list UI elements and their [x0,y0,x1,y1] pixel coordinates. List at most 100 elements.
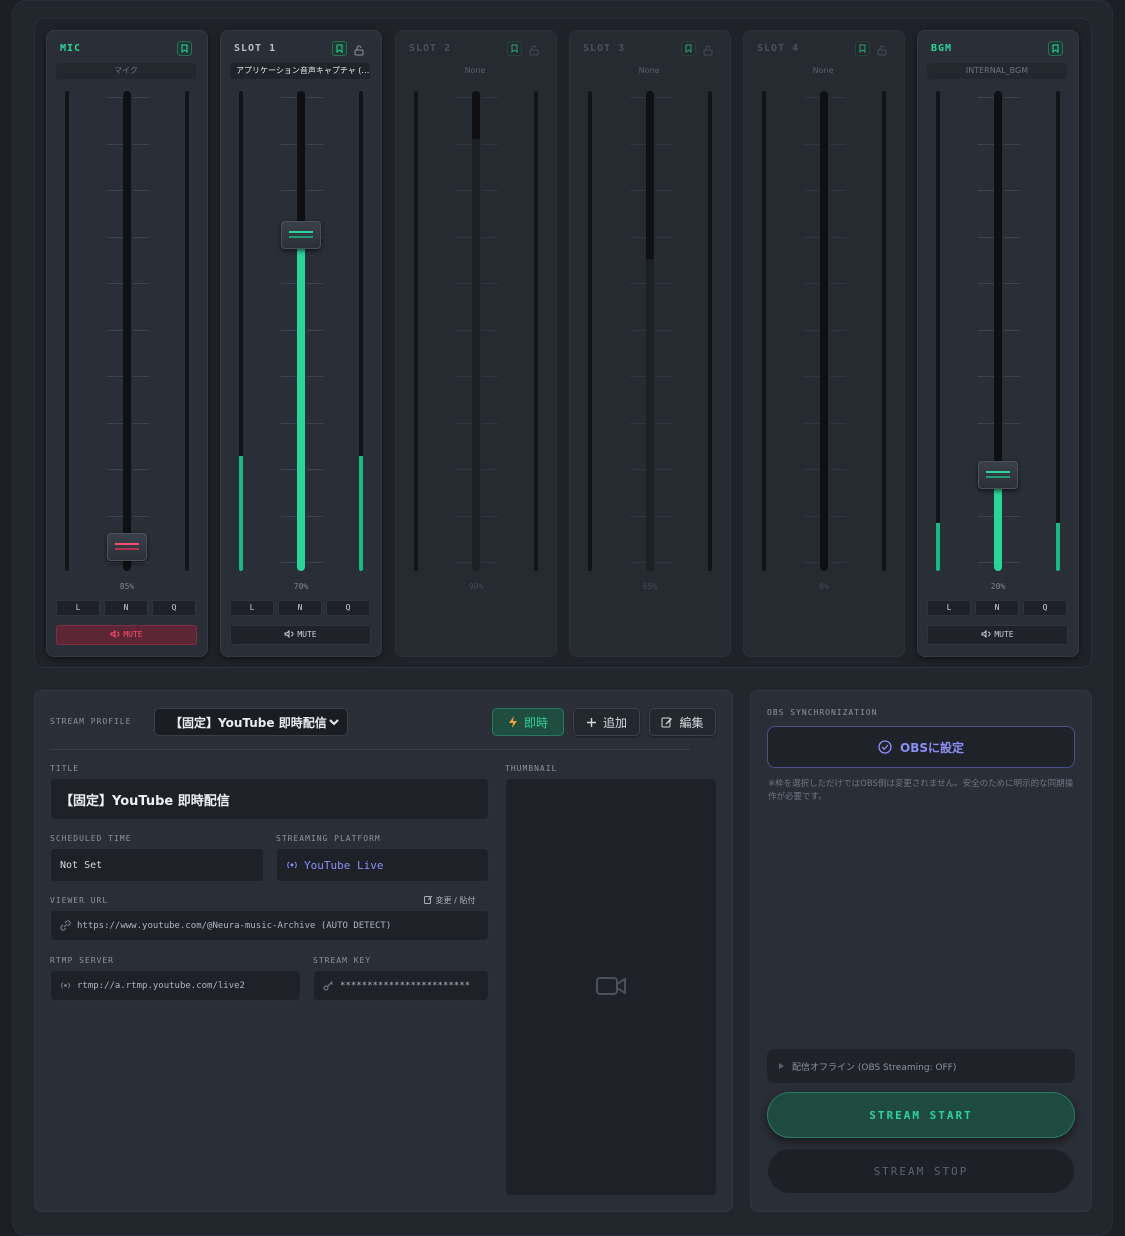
lock-icon[interactable] [528,41,543,56]
stream-start-button[interactable]: STREAM START [767,1092,1075,1138]
platform-value: YouTube Live [304,858,384,872]
edit-profile-button[interactable]: 編集 [649,708,716,736]
scale-tick [804,469,820,470]
scale-tick [307,143,323,145]
lock-icon[interactable] [702,41,717,56]
channel-strip-bgm: BGM INTERNAL_BGM 20% L N Q MUTE [917,30,1079,657]
channel-source: None [638,66,660,75]
volume-fader-knob[interactable] [281,221,321,249]
volume-fader-knob[interactable] [107,533,147,561]
scale-tick [978,515,994,517]
scale-tick [281,422,297,424]
stream-key-field[interactable]: ************************ [313,970,489,1001]
profile-select[interactable]: 【固定】YouTube 即時配信 [154,708,348,736]
scale-tick [281,97,297,98]
volume-fader-track[interactable] [646,91,654,571]
edit-icon [661,717,673,728]
scale-tick [804,376,820,377]
eq-button-l[interactable]: L [927,600,971,616]
scale-tick [830,190,846,191]
scale-tick [281,143,297,145]
scale-tick [630,515,646,517]
scale-tick [1004,562,1020,563]
volume-fader-track[interactable] [472,91,480,571]
scale-tick [107,190,123,191]
bookmark-icon[interactable] [177,41,192,56]
instant-button[interactable]: 即時 [492,708,564,736]
scale-tick [482,236,498,238]
eq-button-q[interactable]: Q [152,600,196,616]
scale-tick [1004,143,1020,145]
volume-fader-track[interactable] [994,91,1002,571]
platform-field[interactable]: YouTube Live [276,848,489,882]
bookmark-icon[interactable] [681,41,696,56]
scale-tick [482,190,498,191]
volume-fader-track[interactable] [123,91,131,571]
scale-tick [456,97,472,98]
edit-icon [424,895,433,904]
bookmark-icon[interactable] [1048,41,1063,56]
instant-button-label: 即時 [523,715,548,730]
scheduled-time-field[interactable]: Not Set [50,848,264,882]
stream-status-text: 配信オフライン (OBS Streaming: OFF) [792,1062,957,1073]
scale-tick [456,515,472,517]
thumbnail-dropzone[interactable] [505,778,717,1196]
lock-icon[interactable] [353,41,368,56]
channel-source[interactable]: マイク [56,63,196,79]
viewer-url-actions: 変更 / 貼付 [435,896,476,905]
eq-button-l[interactable]: L [56,600,100,616]
scale-tick [804,97,820,98]
viewer-url-change-link[interactable]: 変更 / 貼付 [424,895,475,906]
scale-tick [804,143,820,145]
title-value: 【固定】YouTube 即時配信 [60,793,230,809]
lock-icon[interactable] [876,41,891,56]
scale-tick [307,97,323,98]
scale-tick [978,97,994,98]
video-camera-icon [596,977,626,995]
scale-tick [107,329,123,331]
scale-tick [630,329,646,331]
scale-tick [804,283,820,284]
level-meter [882,91,886,571]
volume-fader-knob[interactable] [978,461,1018,489]
mute-button[interactable]: MUTE [230,625,371,645]
speaker-icon [981,629,991,639]
level-meter [936,91,940,571]
eq-button-n[interactable]: N [975,600,1019,616]
viewer-url-field[interactable]: https://www.youtube.com/@Neura-music-Arc… [50,910,489,941]
scale-tick [107,422,123,424]
obs-set-button[interactable]: OBSに設定 [767,726,1075,768]
add-profile-button[interactable]: 追加 [573,708,640,736]
scale-tick [482,422,498,424]
eq-button-l[interactable]: L [230,600,274,616]
scale-tick [630,143,646,145]
volume-fader-track[interactable] [297,91,305,571]
mute-button[interactable]: MUTE [927,625,1068,645]
rtmp-server-field[interactable]: rtmp://a.rtmp.youtube.com/live2 [50,970,301,1001]
eq-button-n[interactable]: N [104,600,148,616]
scale-tick [630,236,646,238]
title-input[interactable]: 【固定】YouTube 即時配信 [50,778,489,820]
channel-source[interactable]: INTERNAL_BGM [927,63,1067,79]
scale-tick [804,562,820,563]
scale-tick [656,236,672,238]
bookmark-icon[interactable] [855,41,870,56]
eq-button-n[interactable]: N [278,600,322,616]
stream-stop-button[interactable]: STREAM STOP [767,1148,1075,1194]
scale-tick [307,562,323,563]
channel-source[interactable]: アプリケーション音声キャプチャ (… [230,63,370,79]
scale-tick [281,562,297,563]
bookmark-icon[interactable] [332,41,347,56]
volume-fader-track[interactable] [820,91,828,571]
channel-strip-mic: MIC マイク 85% L N Q MUTE [46,30,208,657]
scale-tick [133,469,149,470]
bookmark-icon[interactable] [507,41,522,56]
channel-source: None [812,66,834,75]
scale-tick [107,562,123,563]
level-meter [185,91,189,571]
eq-button-q[interactable]: Q [326,600,370,616]
scale-tick [804,329,820,331]
scale-tick [656,283,672,284]
mute-button[interactable]: MUTE [56,625,197,645]
eq-button-q[interactable]: Q [1023,600,1067,616]
